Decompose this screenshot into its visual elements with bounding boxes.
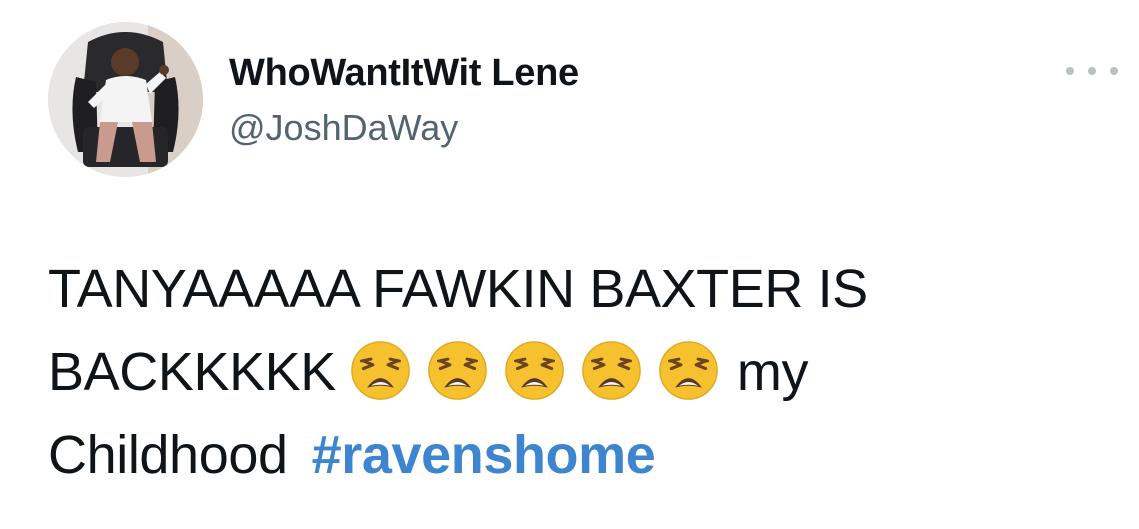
weary-face-icon (581, 340, 642, 401)
avatar[interactable] (48, 22, 203, 177)
display-name[interactable]: WhoWantItWit Lene (229, 50, 579, 96)
more-horizontal-icon-dot (1110, 67, 1118, 75)
avatar-photo (48, 22, 203, 177)
hashtag-link[interactable]: #ravenshome (312, 425, 656, 485)
weary-face-icon (427, 340, 488, 401)
emoji-group (350, 331, 735, 414)
tweet-text-segment: Childhood (48, 425, 288, 485)
tweet-text-segment: BACKKKKK (48, 342, 336, 402)
tweet-line-1: TANYAAAAA FAWKIN BAXTER IS (48, 259, 868, 319)
tweet-line-2: BACKKKKK my (48, 331, 1088, 414)
tweet-text-segment: my (736, 342, 809, 402)
user-handle[interactable]: @JoshDaWay (229, 106, 458, 150)
weary-face-icon (504, 340, 565, 401)
more-options-button[interactable] (1066, 58, 1118, 84)
tweet-card: WhoWantItWit Lene @JoshDaWay TANYAAAAA F… (0, 0, 1139, 529)
weary-face-icon (350, 340, 411, 401)
more-horizontal-icon (1066, 67, 1074, 75)
tweet-line-3: Childhood #ravenshome (48, 414, 1088, 497)
more-horizontal-icon-dot (1088, 67, 1096, 75)
tweet-text: TANYAAAAA FAWKIN BAXTER IS BACKKKKK my Ch… (48, 248, 1088, 497)
weary-face-icon (658, 340, 719, 401)
